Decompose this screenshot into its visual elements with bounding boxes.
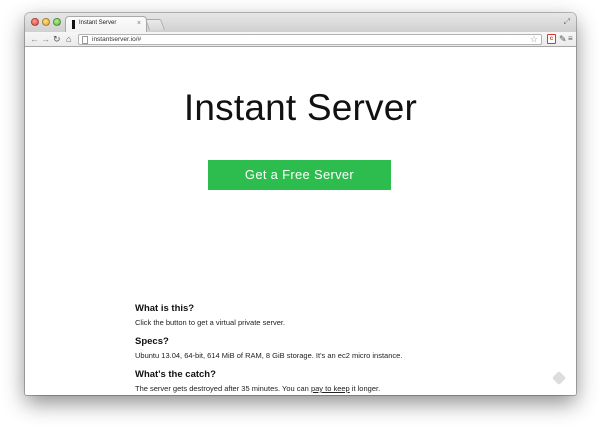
page-content: Instant Server Get a Free Server What is… <box>25 48 576 395</box>
page-title: Instant Server <box>183 87 418 128</box>
faq-answer-catch-suffix: it longer. <box>349 384 381 393</box>
fullscreen-icon[interactable]: ⤢ <box>564 17 570 26</box>
tag-icon <box>551 370 567 386</box>
tab-close-icon[interactable]: × <box>137 19 141 28</box>
get-free-server-button[interactable]: Get a Free Server <box>208 160 391 190</box>
faq-question-catch: What's the catch? <box>135 369 216 380</box>
faq-answer-what: Click the button to get a virtual privat… <box>135 318 286 327</box>
window-zoom-button[interactable] <box>53 18 61 26</box>
page-icon <box>82 36 88 44</box>
browser-window: Instant Server × ⤢ ← → ↻ ⌂ instantserver… <box>25 13 576 395</box>
faq-answer-catch-prefix: The server gets destroyed after 35 minut… <box>135 384 311 393</box>
faq-question-what: What is this? <box>135 303 195 314</box>
browser-toolbar: ← → ↻ ⌂ instantserver.io/# ☆ c ✎ ≡ <box>25 32 576 47</box>
back-arrow-icon[interactable]: ← <box>30 33 39 45</box>
forward-arrow-icon[interactable]: → <box>41 33 50 45</box>
tab-title: Instant Server <box>79 20 117 26</box>
new-tab-button[interactable] <box>144 19 166 30</box>
window-minimize-button[interactable] <box>42 18 50 26</box>
home-icon[interactable]: ⌂ <box>66 33 71 45</box>
faq-answer-specs: Ubuntu 13.04, 64-bit, 614 MiB of RAM, 8 … <box>135 351 403 360</box>
faq-section: What is this? Click the button to get a … <box>135 303 535 395</box>
tab-strip: Instant Server × ⤢ <box>25 13 576 32</box>
tab-instant-server[interactable]: Instant Server × <box>65 16 147 32</box>
star-icon[interactable]: ☆ <box>530 34 538 45</box>
url-text[interactable]: instantserver.io/# <box>92 36 141 44</box>
reload-icon[interactable]: ↻ <box>53 33 61 45</box>
address-bar[interactable]: instantserver.io/# ☆ <box>78 34 542 45</box>
faq-question-specs: Specs? <box>135 336 169 347</box>
wrench-icon[interactable]: ✎ <box>559 33 567 45</box>
favicon-icon <box>72 20 75 29</box>
menu-icon[interactable]: ≡ <box>568 33 573 45</box>
desktop: Instant Server × ⤢ ← → ↻ ⌂ instantserver… <box>0 0 600 428</box>
pay-to-keep-link[interactable]: pay to keep <box>311 384 350 393</box>
window-close-button[interactable] <box>31 18 39 26</box>
extension-icon[interactable]: c <box>547 34 556 44</box>
faq-answer-catch: The server gets destroyed after 35 minut… <box>135 384 535 393</box>
